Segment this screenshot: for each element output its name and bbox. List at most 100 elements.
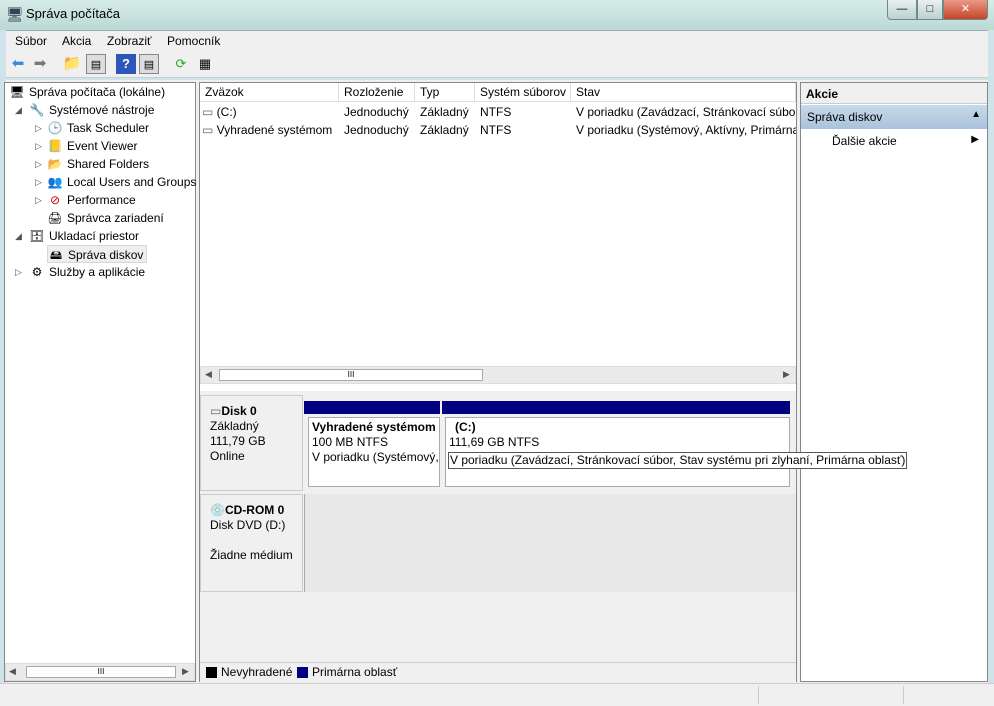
- help-icon[interactable]: ?: [116, 54, 136, 74]
- show-hide-action-pane-icon[interactable]: ▤: [139, 54, 159, 74]
- partition-status: V poriadku (Systémový,: [312, 450, 439, 464]
- partition-name: (C:): [455, 420, 476, 434]
- navigation-tree: 🖥 Správa počítača (lokálne) ◢ 🔧 Systémové …: [4, 82, 196, 682]
- expanded-arrow-icon[interactable]: ◢: [15, 105, 22, 116]
- disk-management-icon: 🖴: [49, 248, 63, 262]
- tree-item-disk-management[interactable]: 🖴 Správa diskov: [47, 245, 148, 263]
- scroll-left-icon[interactable]: ◀: [9, 666, 16, 677]
- table-row[interactable]: ▭ Vyhradené systémom Jednoduchý Základný…: [200, 121, 796, 139]
- menu-view[interactable]: Zobraziť: [107, 34, 152, 48]
- cell-filesystem: NTFS: [480, 123, 512, 137]
- tree-item-event-viewer[interactable]: 📒 Event Viewer: [47, 137, 138, 155]
- tree-item-root[interactable]: 🖥 Správa počítača (lokálne): [9, 83, 165, 101]
- up-folder-icon[interactable]: 📁: [62, 54, 82, 74]
- legend: Nevyhradené Primárna oblasť: [200, 662, 796, 682]
- action-label: Ďalšie akcie: [832, 134, 897, 148]
- title-bar: 🖥 Správa počítača — □ ✕: [0, 0, 994, 30]
- disk-name: CD-ROM 0: [224, 503, 285, 517]
- cell-volume: (C:): [216, 105, 237, 119]
- close-button[interactable]: ✕: [943, 0, 988, 20]
- refresh-icon[interactable]: ⟳: [171, 54, 191, 74]
- scroll-right-icon[interactable]: ▶: [783, 369, 790, 380]
- hard-disk-icon: ▭: [210, 404, 222, 418]
- collapsed-arrow-icon[interactable]: ▷: [35, 141, 42, 152]
- tree-item-storage[interactable]: 🗄 Ukladací priestor: [29, 227, 139, 245]
- tree-item-services[interactable]: ⚙ Služby a aplikácie: [29, 263, 145, 281]
- status-divider: [903, 686, 904, 704]
- scroll-left-icon[interactable]: ◀: [205, 369, 212, 380]
- collapsed-arrow-icon[interactable]: ▷: [35, 159, 42, 170]
- tree-item-performance[interactable]: ⊘ Performance: [47, 191, 136, 209]
- properties-icon[interactable]: ▦: [195, 54, 215, 74]
- collapsed-arrow-icon[interactable]: ▷: [35, 123, 42, 134]
- disk-type: Disk DVD (D:): [210, 518, 286, 532]
- scroll-thumb[interactable]: III: [26, 666, 176, 678]
- cell-status: V poriadku (Zavádzací, Stránkovací súbor…: [576, 105, 796, 119]
- disk-graphical-view: ▭Disk 0 Základný 111,79 GB Online Vyhrad…: [200, 391, 908, 683]
- horizontal-scrollbar[interactable]: ◀ III ▶: [200, 366, 796, 384]
- forward-icon[interactable]: ➡: [30, 54, 50, 74]
- tree-label: Task Scheduler: [67, 121, 150, 135]
- legend-swatch-primary: [297, 667, 308, 678]
- tree-item-task-scheduler[interactable]: 🕒 Task Scheduler: [47, 119, 150, 137]
- cdrom-0-label[interactable]: 💿CD-ROM 0 Disk DVD (D:) Žiadne médium: [200, 494, 303, 592]
- scroll-right-icon[interactable]: ▶: [182, 666, 189, 677]
- event-log-icon: 📒: [47, 139, 63, 153]
- column-header-layout[interactable]: Rozloženie: [339, 83, 415, 102]
- column-header-type[interactable]: Typ: [415, 83, 475, 102]
- partition-status-tooltip: V poriadku (Zavádzací, Stránkovací súbor…: [448, 452, 908, 469]
- tree-item-local-users[interactable]: 👥 Local Users and Groups: [47, 173, 197, 191]
- expanded-arrow-icon[interactable]: ◢: [15, 231, 22, 242]
- partition-bar-primary: [304, 401, 440, 414]
- cell-type: Základný: [420, 105, 469, 119]
- disk-0-label[interactable]: ▭Disk 0 Základný 111,79 GB Online: [200, 395, 303, 491]
- tree-item-device-manager[interactable]: 🖨 Správca zariadení: [47, 209, 164, 227]
- collapsed-arrow-icon[interactable]: ▷: [35, 195, 42, 206]
- table-row[interactable]: ▭ (C:) Jednoduchý Základný NTFS V poriad…: [200, 103, 796, 121]
- menu-action[interactable]: Akcia: [62, 34, 91, 48]
- tree-label: Správa diskov: [68, 248, 144, 262]
- window-title: Správa počítača: [26, 6, 120, 21]
- cell-layout: Jednoduchý: [344, 105, 409, 119]
- show-hide-tree-icon[interactable]: ▤: [86, 54, 106, 74]
- actions-section-disk-management[interactable]: Správa diskov ▲: [801, 105, 987, 129]
- tree-item-shared-folders[interactable]: 📂 Shared Folders: [47, 155, 150, 173]
- cell-layout: Jednoduchý: [344, 123, 409, 137]
- column-header-filesystem[interactable]: Systém súborov: [475, 83, 571, 102]
- volume-icon: ▭: [202, 123, 217, 137]
- cell-filesystem: NTFS: [480, 105, 512, 119]
- volume-list: ▭ (C:) Jednoduchý Základný NTFS V poriad…: [200, 102, 796, 138]
- partition-bar-primary: [442, 401, 790, 414]
- menu-file[interactable]: Súbor: [15, 34, 47, 48]
- action-more-actions[interactable]: Ďalšie akcie ▶: [801, 131, 987, 151]
- status-bar: [0, 683, 994, 706]
- horizontal-scrollbar[interactable]: ◀ III ▶: [5, 663, 195, 681]
- menu-help[interactable]: Pomocník: [167, 34, 220, 48]
- tree-item-system-tools[interactable]: 🔧 Systémové nástroje: [29, 101, 155, 119]
- tree-label: Ukladací priestor: [49, 229, 140, 243]
- tree-label: Performance: [67, 193, 136, 207]
- cd-drive-icon: 💿: [210, 503, 225, 517]
- toolbar: ⬅ ➡ 📁 ▤ ? ▤ ⟳ ▦: [6, 50, 988, 78]
- column-header-volume[interactable]: Zväzok: [200, 83, 339, 102]
- legend-swatch-unallocated: [206, 667, 217, 678]
- partition-c[interactable]: (C:) 111,69 GB NTFS V poriadku (Zavádzac…: [445, 417, 908, 487]
- scroll-thumb[interactable]: III: [219, 369, 483, 381]
- tree-label: Shared Folders: [67, 157, 150, 171]
- collapsed-arrow-icon[interactable]: ▷: [15, 267, 22, 278]
- users-icon: 👥: [47, 175, 63, 189]
- column-header-status[interactable]: Stav: [571, 83, 796, 102]
- back-icon[interactable]: ⬅: [8, 54, 28, 74]
- maximize-button[interactable]: □: [917, 0, 943, 20]
- tools-icon: 🔧: [29, 103, 45, 117]
- tree-label: Event Viewer: [67, 139, 138, 153]
- section-label: Správa diskov: [807, 110, 883, 124]
- tree-label: Správca zariadení: [67, 211, 164, 225]
- collapsed-arrow-icon[interactable]: ▷: [35, 177, 42, 188]
- partition-system-reserved[interactable]: Vyhradené systémom 100 MB NTFS V poriadk…: [308, 417, 440, 487]
- collapse-up-icon[interactable]: ▲: [971, 109, 981, 120]
- minimize-button[interactable]: —: [887, 0, 917, 20]
- services-icon: ⚙: [31, 265, 43, 279]
- computer-management-icon: 🖥: [6, 6, 24, 22]
- disk-status: Žiadne médium: [210, 548, 293, 562]
